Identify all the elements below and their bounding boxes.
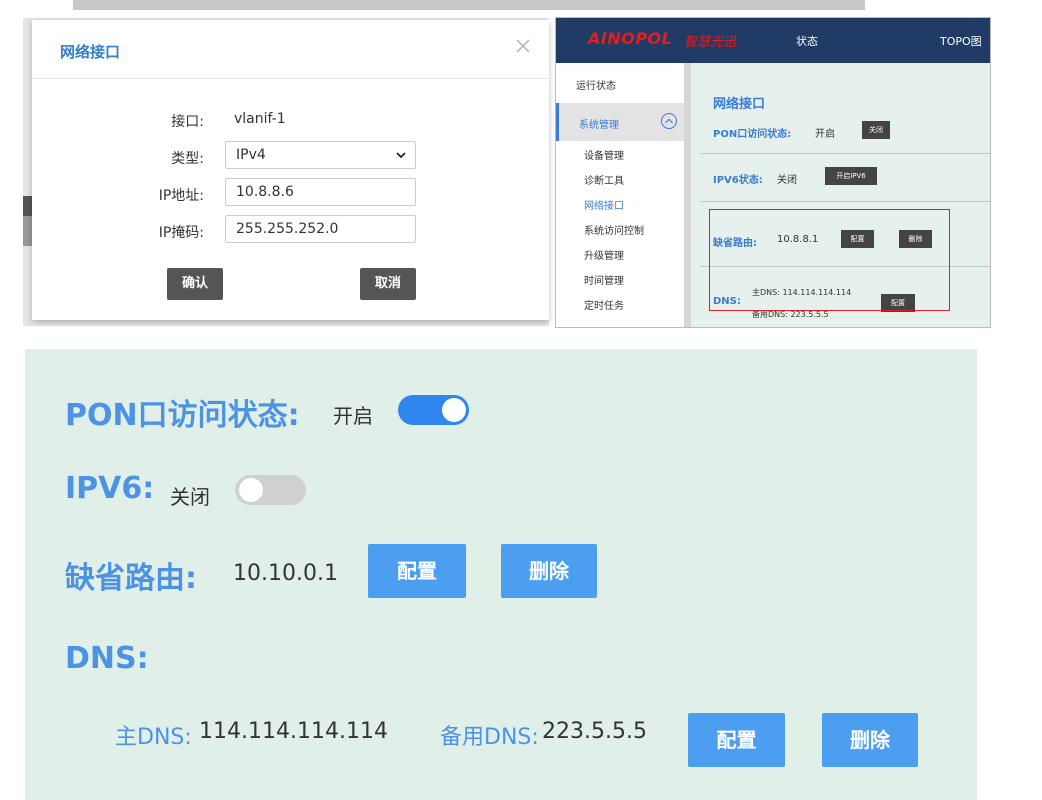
mask-row: IP掩码: 255.255.252.0 xyxy=(32,215,549,245)
nav-status[interactable]: 状态 xyxy=(796,33,818,49)
dialog-divider xyxy=(32,78,549,79)
zoom-dns-backup-label: 备用DNS: xyxy=(440,725,539,750)
mask-input[interactable]: 255.255.252.0 xyxy=(225,215,416,243)
zoom-dns-primary-label: 主DNS: xyxy=(115,725,192,750)
zoom-dns-primary-value: 114.114.114.114 xyxy=(199,719,388,744)
sidebar-item-time[interactable]: 时间管理 xyxy=(584,272,624,287)
ipv6-enable-button[interactable]: 开启IPV6 xyxy=(825,167,877,185)
sidebar-item-upgrade[interactable]: 升级管理 xyxy=(584,247,624,262)
zoom-ipv6-value: 关闭 xyxy=(170,485,210,509)
pon-label: PON口访问状态: xyxy=(713,129,792,140)
pon-toggle[interactable] xyxy=(398,395,469,425)
ipv6-label: IPV6状态: xyxy=(713,175,763,186)
zoom-dns-delete-button[interactable]: 删除 xyxy=(822,713,918,767)
router-header: AINOPOL 智慧光迅 状态 TOPO图 xyxy=(556,18,990,63)
sidebar-item-device[interactable]: 设备管理 xyxy=(584,147,624,162)
type-label: 类型: xyxy=(171,151,204,167)
sidebar-item-access[interactable]: 系统访问控制 xyxy=(584,222,644,237)
sidebar-item-schedule[interactable]: 定时任务 xyxy=(584,297,624,312)
zoom-pon-value: 开启 xyxy=(333,404,373,428)
zoomed-network-settings: PON口访问状态: 开启 IPV6: 关闭 缺省路由: 10.10.0.1 配置… xyxy=(25,349,977,800)
content-area: 网络接口 PON口访问状态: 开启 关闭 IPV6状态: 关闭 开启IPV6 缺… xyxy=(691,63,990,327)
zoom-dns-backup-value: 223.5.5.5 xyxy=(542,719,647,744)
ip-label: IP地址: xyxy=(158,188,204,204)
type-row: 类型: IPv4 xyxy=(32,141,549,171)
zoom-dns-config-button[interactable]: 配置 xyxy=(688,713,785,767)
highlight-box xyxy=(709,209,950,311)
mask-label: IP掩码: xyxy=(158,225,204,241)
nav-topo[interactable]: TOPO图 xyxy=(940,33,982,49)
type-select-value: IPv4 xyxy=(236,147,266,163)
zoom-pon-label: PON口访问状态: xyxy=(65,398,300,433)
dialog-title: 网络接口 xyxy=(60,43,121,61)
top-strip xyxy=(73,0,865,10)
zoom-route-value: 10.10.0.1 xyxy=(233,561,338,586)
chevron-up-icon xyxy=(661,113,677,129)
sidebar-item-run-status[interactable]: 运行状态 xyxy=(576,77,616,92)
sidebar-scrollbar[interactable] xyxy=(684,63,691,327)
brand-logo-cn: 智慧光迅 xyxy=(684,35,737,50)
ip-input[interactable]: 10.8.8.6 xyxy=(225,178,416,206)
type-select[interactable]: IPv4 xyxy=(225,141,416,169)
sidebar-group-label: 系统管理 xyxy=(579,120,619,131)
cancel-button[interactable]: 取消 xyxy=(360,268,416,300)
sidebar: 运行状态 系统管理 设备管理 诊断工具 网络接口 系统访问控制 升级管理 时间管… xyxy=(556,63,684,327)
sidebar-group-system[interactable]: 系统管理 xyxy=(556,103,684,141)
ipv6-value: 关闭 xyxy=(777,175,797,186)
brand-logo: AINOPOL xyxy=(588,29,673,48)
interface-row: 接口: vlanif-1 xyxy=(32,104,549,134)
close-icon[interactable] xyxy=(514,37,532,55)
content-title: 网络接口 xyxy=(713,97,766,112)
sidebar-item-network[interactable]: 网络接口 xyxy=(584,197,624,212)
network-interface-dialog: 网络接口 接口: vlanif-1 类型: IPv4 IP地址: 10.8.8.… xyxy=(32,20,549,320)
pon-off-button[interactable]: 关闭 xyxy=(862,121,890,139)
zoom-route-delete-button[interactable]: 删除 xyxy=(501,544,597,598)
router-admin-panel: AINOPOL 智慧光迅 状态 TOPO图 运行状态 系统管理 设备管理 诊断工… xyxy=(555,17,991,328)
ipv6-toggle[interactable] xyxy=(235,475,306,505)
pon-toggle-knob xyxy=(442,398,466,422)
zoom-route-config-button[interactable]: 配置 xyxy=(368,544,466,598)
interface-value: vlanif-1 xyxy=(234,111,286,127)
confirm-button[interactable]: 确认 xyxy=(167,268,223,300)
chevron-down-icon xyxy=(396,152,406,159)
zoom-dns-label: DNS: xyxy=(65,641,149,676)
zoom-route-label: 缺省路由: xyxy=(65,561,197,596)
interface-label: 接口: xyxy=(171,114,204,130)
sidebar-item-diagnostics[interactable]: 诊断工具 xyxy=(584,172,624,187)
ipv6-toggle-knob xyxy=(239,478,263,502)
ip-row: IP地址: 10.8.8.6 xyxy=(32,178,549,208)
zoom-ipv6-label: IPV6: xyxy=(65,471,155,506)
pon-value: 开启 xyxy=(815,129,835,140)
